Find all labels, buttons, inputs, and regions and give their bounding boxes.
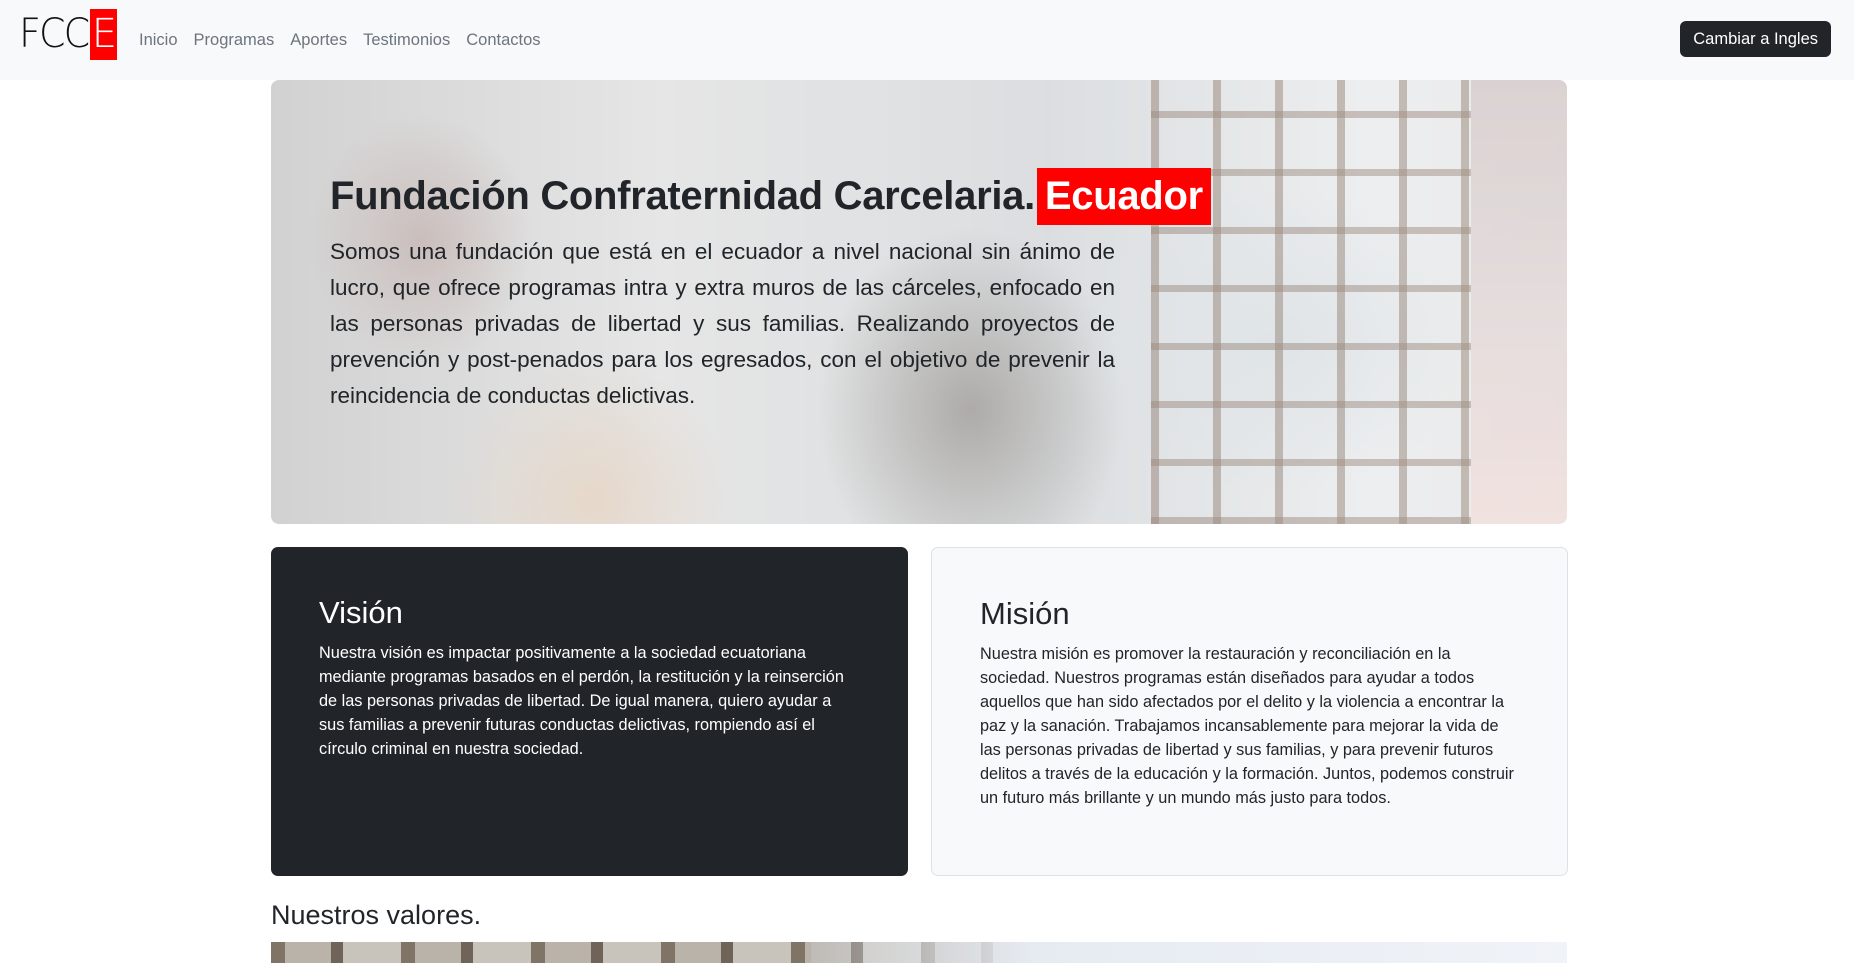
hero-banner: Fundación Confraternidad Carcelaria. Ecu… xyxy=(271,80,1567,524)
nav-links: Inicio Programas Aportes Testimonios Con… xyxy=(139,0,557,80)
nav-link-inicio[interactable]: Inicio xyxy=(139,31,178,50)
hero-title-highlight: Ecuador xyxy=(1036,168,1211,225)
vision-card: Visión Nuestra visión es impactar positi… xyxy=(271,547,908,876)
logo-text: FCC xyxy=(19,11,90,57)
logo-red-box: E xyxy=(89,9,117,60)
hero-title: Fundación Confraternidad Carcelaria. Ecu… xyxy=(330,168,1211,225)
navbar: FCC E Inicio Programas Aportes Testimoni… xyxy=(0,0,1854,80)
hero-title-text: Fundación Confraternidad Carcelaria. xyxy=(330,174,1035,218)
vision-text: Nuestra visión es impactar positivamente… xyxy=(319,644,844,758)
nav-link-contactos[interactable]: Contactos xyxy=(466,31,540,50)
values-title: Nuestros valores. xyxy=(271,900,482,930)
values-image xyxy=(271,942,1567,963)
mision-title: Misión xyxy=(980,596,1070,631)
mision-text: Nuestra misión es promover la restauraci… xyxy=(980,645,1514,807)
hero-background-image xyxy=(1151,80,1471,524)
nav-link-programas[interactable]: Programas xyxy=(194,31,275,50)
nav-link-aportes[interactable]: Aportes xyxy=(290,31,347,50)
hero-description: Somos una fundación que está en el ecuad… xyxy=(330,239,1115,408)
nav-link-testimonios[interactable]: Testimonios xyxy=(363,31,450,50)
logo[interactable]: FCC E xyxy=(19,9,117,60)
vision-title: Visión xyxy=(319,595,403,630)
switch-language-button[interactable]: Cambiar a Ingles xyxy=(1680,21,1831,57)
hero-side-image xyxy=(1471,80,1567,524)
mision-card: Misión Nuestra misión es promover la res… xyxy=(931,547,1568,876)
